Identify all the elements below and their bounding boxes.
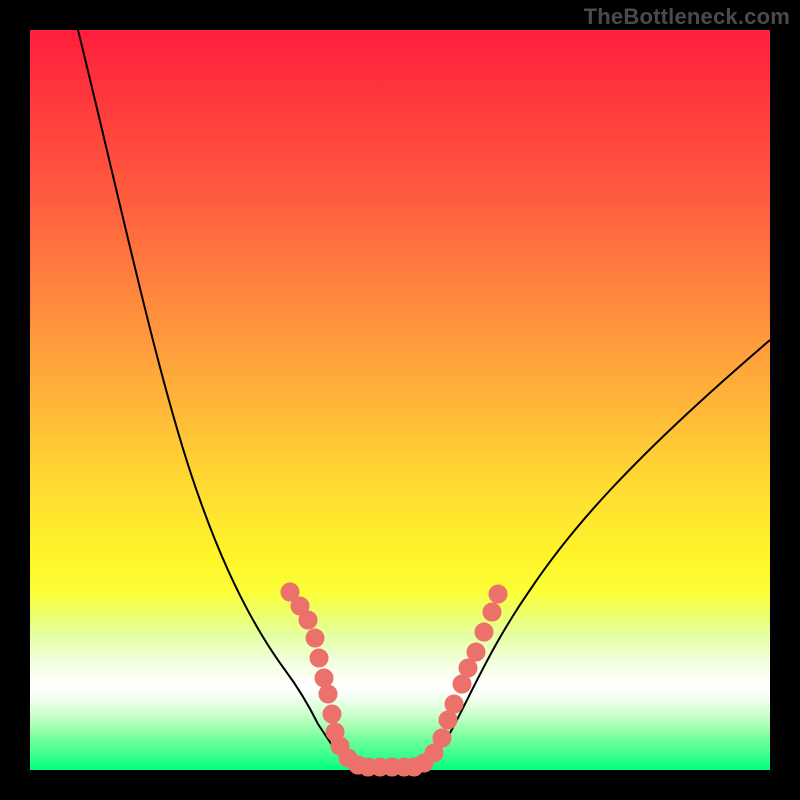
plot-area	[30, 30, 770, 770]
marker-dot	[319, 685, 337, 703]
marker-dot	[483, 603, 501, 621]
marker-dot	[453, 675, 471, 693]
marker-dot	[475, 623, 493, 641]
marker-dot	[439, 711, 457, 729]
marker-dot	[433, 729, 451, 747]
chart-svg	[30, 30, 770, 770]
marker-dot	[306, 629, 324, 647]
marker-dot	[310, 649, 328, 667]
watermark-text: TheBottleneck.com	[584, 4, 790, 30]
curve-group	[78, 30, 770, 767]
marker-group	[281, 583, 507, 776]
curve-right	[418, 340, 770, 767]
marker-dot	[445, 695, 463, 713]
marker-dot	[315, 669, 333, 687]
chart-frame: TheBottleneck.com	[0, 0, 800, 800]
marker-dot	[459, 659, 477, 677]
marker-dot	[299, 611, 317, 629]
marker-dot	[467, 643, 485, 661]
marker-dot	[323, 705, 341, 723]
marker-dot	[489, 585, 507, 603]
